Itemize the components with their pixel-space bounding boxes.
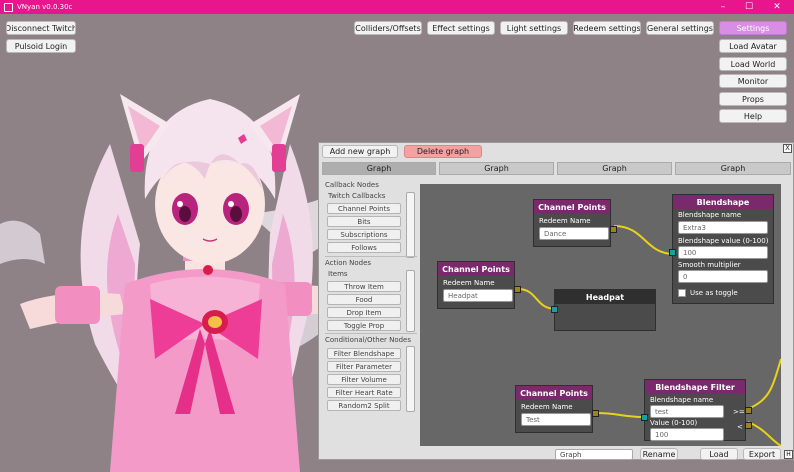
resize-handle[interactable]: H (784, 450, 793, 459)
blendshape-value-input[interactable]: 100 (678, 246, 768, 259)
light-settings-button[interactable]: Light settings (500, 21, 568, 35)
node-channel-points-test[interactable]: Channel Points Redeem Name Test (515, 385, 599, 433)
palette-bits[interactable]: Bits (327, 216, 401, 227)
close-panel-button[interactable]: X (783, 144, 792, 153)
node-title: Blendshape (673, 195, 773, 209)
redeem-name-input[interactable]: Headpat (443, 289, 513, 302)
pulsoid-login-button[interactable]: Pulsoid Login (6, 39, 76, 53)
palette-filter-blendshape[interactable]: Filter Blendshape (327, 348, 401, 359)
lt-output-port[interactable] (745, 422, 752, 429)
effect-settings-button[interactable]: Effect settings (427, 21, 495, 35)
palette-toggle-prop[interactable]: Toggle Prop (327, 320, 401, 331)
node-title: Blendshape Filter (645, 380, 745, 394)
palette-follows[interactable]: Follows (327, 242, 401, 253)
app-icon (4, 2, 13, 12)
callback-scrollbar[interactable] (406, 192, 415, 258)
props-button[interactable]: Props (719, 92, 787, 106)
palette-random2-split[interactable]: Random2 Split (327, 400, 401, 411)
palette-subscriptions[interactable]: Subscriptions (327, 229, 401, 240)
node-title: Channel Points (438, 262, 514, 276)
graph-editor-panel: X Add new graph Delete graph Graph Graph… (318, 142, 794, 460)
divider (325, 256, 417, 257)
input-port[interactable] (641, 414, 648, 421)
gte-output-port[interactable] (745, 407, 752, 414)
window-title: VNyan v0.0.30c (17, 3, 73, 11)
node-blendshape-filter[interactable]: Blendshape Filter Blendshape name test V… (641, 379, 752, 441)
load-graph-button[interactable]: Load (700, 448, 738, 460)
tab-graph-1[interactable]: Graph (322, 162, 436, 175)
node-title: Channel Points (516, 386, 592, 400)
load-avatar-button[interactable]: Load Avatar (719, 39, 787, 53)
palette-throw-item[interactable]: Throw Item (327, 281, 401, 292)
node-title: Channel Points (534, 200, 610, 214)
palette-food[interactable]: Food (327, 294, 401, 305)
redeem-name-label: Redeem Name (521, 403, 573, 411)
tab-graph-3[interactable]: Graph (557, 162, 672, 175)
minimize-button[interactable]: – (710, 0, 736, 14)
filter-blendshape-name-input[interactable]: test (650, 405, 724, 418)
blendshape-value-label: Blendshape value (0-100) (678, 237, 769, 245)
palette-channel-points[interactable]: Channel Points (327, 203, 401, 214)
output-port[interactable] (610, 226, 617, 233)
blendshape-name-input[interactable]: Extra3 (678, 221, 768, 234)
node-channel-points-dance[interactable]: Channel Points Redeem Name Dance (533, 199, 617, 247)
filter-blendshape-name-label: Blendshape name (650, 396, 714, 404)
conditional-nodes-heading: Conditional/Other Nodes (325, 336, 412, 344)
redeem-name-label: Redeem Name (539, 217, 591, 225)
palette-filter-volume[interactable]: Filter Volume (327, 374, 401, 385)
items-heading: Items (328, 270, 348, 278)
divider (325, 333, 417, 334)
tab-graph-2[interactable]: Graph (439, 162, 554, 175)
callback-nodes-heading: Callback Nodes (325, 181, 379, 189)
add-new-graph-button[interactable]: Add new graph (322, 145, 398, 158)
monitor-button[interactable]: Monitor (719, 74, 787, 88)
smooth-multiplier-input[interactable]: 0 (678, 270, 768, 283)
use-as-toggle-checkbox[interactable] (678, 289, 686, 297)
node-graph-canvas[interactable]: Channel Points Redeem Name Dance Channel… (420, 184, 781, 446)
delete-graph-button[interactable]: Delete graph (404, 145, 482, 158)
blendshape-name-label: Blendshape name (678, 211, 742, 219)
node-channel-points-headpat[interactable]: Channel Points Redeem Name Headpat (437, 261, 521, 309)
node-palette: Callback Nodes Twitch Callbacks Channel … (322, 180, 418, 444)
gte-output-label: >= (733, 408, 745, 416)
redeem-name-input[interactable]: Dance (539, 227, 609, 240)
input-port[interactable] (669, 249, 676, 256)
disconnect-twitch-button[interactable]: Disconnect Twitch (6, 21, 76, 35)
node-headpat[interactable]: Headpat (551, 289, 656, 331)
tab-graph-4[interactable]: Graph (675, 162, 791, 175)
lt-output-label: < (737, 423, 743, 431)
redeem-name-label: Redeem Name (443, 279, 495, 287)
palette-filter-parameter[interactable]: Filter Parameter (327, 361, 401, 372)
node-title: Headpat (555, 290, 655, 304)
filter-value-label: Value (0-100) (650, 419, 698, 427)
conditional-scrollbar[interactable] (406, 346, 415, 412)
help-button[interactable]: Help (719, 109, 787, 123)
general-settings-button[interactable]: General settings (646, 21, 714, 35)
redeem-settings-button[interactable]: Redeem settings (573, 21, 641, 35)
load-world-button[interactable]: Load World (719, 57, 787, 71)
title-bar: VNyan v0.0.30c – ☐ ✕ (0, 0, 794, 14)
redeem-name-input[interactable]: Test (521, 413, 591, 426)
graph-name-input[interactable]: Graph (555, 449, 633, 460)
smooth-multiplier-label: Smooth multiplier (678, 261, 741, 269)
close-window-button[interactable]: ✕ (764, 0, 790, 14)
colliders-offsets-button[interactable]: Colliders/Offsets (354, 21, 422, 35)
twitch-callbacks-heading: Twitch Callbacks (328, 192, 386, 200)
output-port[interactable] (514, 286, 521, 293)
palette-drop-item[interactable]: Drop Item (327, 307, 401, 318)
use-as-toggle-label: Use as toggle (690, 289, 738, 297)
filter-value-input[interactable]: 100 (650, 428, 724, 441)
action-scrollbar[interactable] (406, 270, 415, 332)
maximize-button[interactable]: ☐ (736, 0, 762, 14)
input-port[interactable] (551, 306, 558, 313)
output-port[interactable] (592, 410, 599, 417)
settings-button[interactable]: Settings (719, 21, 787, 35)
export-graph-button[interactable]: Export (743, 448, 781, 460)
rename-button[interactable]: Rename (640, 448, 678, 460)
node-blendshape[interactable]: Blendshape Blendshape name Extra3 Blends… (669, 194, 774, 304)
action-nodes-heading: Action Nodes (325, 259, 372, 267)
palette-filter-heart-rate[interactable]: Filter Heart Rate (327, 387, 401, 398)
